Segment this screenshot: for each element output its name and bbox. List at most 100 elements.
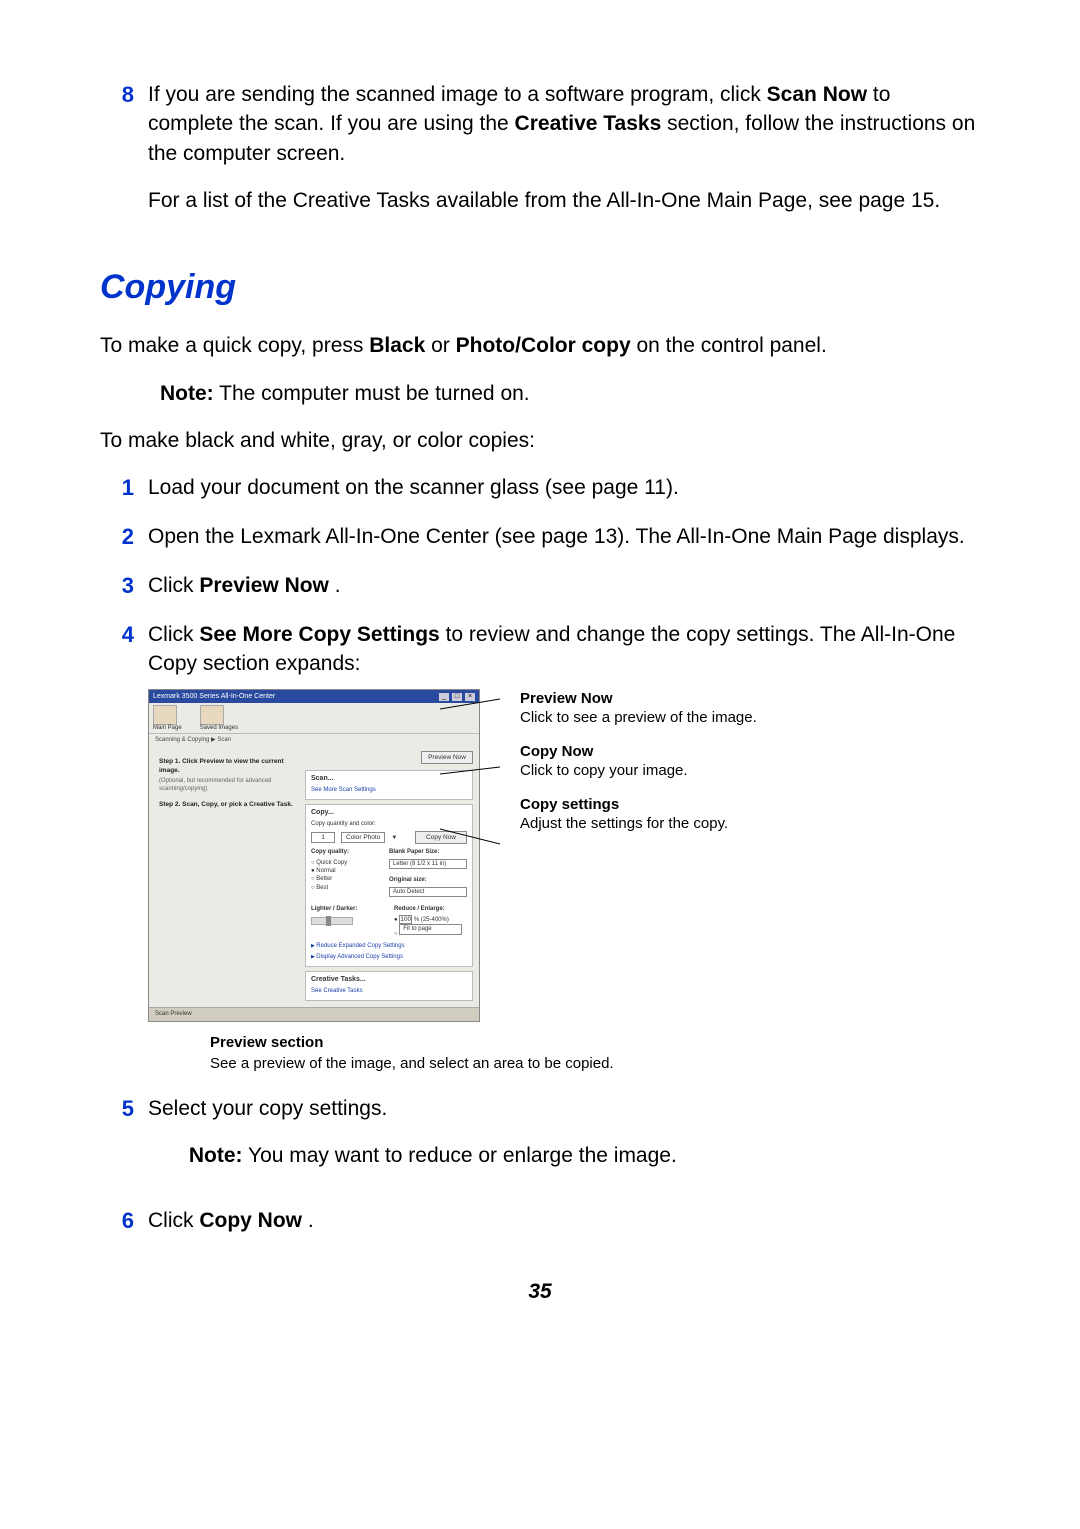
maximize-icon[interactable]: □ [452, 693, 462, 701]
app-window: Lexmark 3500 Series All-In-One Center _ … [148, 689, 480, 1022]
callout-heading: Copy settings [520, 795, 980, 815]
quality-normal-radio[interactable]: Normal [311, 867, 379, 875]
see-more-scan-settings-link[interactable]: See More Scan Settings [311, 786, 467, 794]
copy-mode-select[interactable]: Color Photo [341, 832, 385, 843]
step-5: 5 Select your copy settings. Note: You m… [100, 1094, 980, 1189]
tab-main-page[interactable]: Main Page [153, 705, 182, 731]
step-1: 1 Load your document on the scanner glas… [100, 473, 980, 504]
copy-now-button[interactable]: Copy Now [415, 831, 467, 844]
step-number: 5 [100, 1094, 148, 1189]
step-body: Click See More Copy Settings to review a… [148, 620, 980, 679]
black-label: Black [369, 334, 425, 357]
callout-heading: Preview section [210, 1032, 980, 1053]
callout-preview-section: Preview section See a preview of the ima… [210, 1032, 980, 1074]
text: For a list of the Creative Tasks availab… [148, 186, 980, 215]
original-size-heading: Original size: [389, 876, 467, 884]
blank-paper-size-select[interactable]: Letter (8 1/2 x 11 in) [389, 859, 467, 869]
step2-heading: Step 2. Scan, Copy, or pick a Creative T… [159, 800, 299, 809]
blank-paper-size-heading: Blank Paper Size: [389, 848, 467, 856]
step-2: 2 Open the Lexmark All-In-One Center (se… [100, 522, 980, 553]
step-body: Load your document on the scanner glass … [148, 473, 980, 504]
lighter-darker-slider[interactable] [311, 917, 353, 925]
quality-quick-copy-radio[interactable]: Quick Copy [311, 859, 379, 867]
callout-copy-settings: Copy settings Adjust the settings for th… [520, 795, 980, 834]
display-advanced-copy-settings-link[interactable]: Display Advanced Copy Settings [311, 953, 467, 961]
reduce-percent-input[interactable]: 100 [399, 915, 412, 924]
callout-heading: Preview Now [520, 689, 980, 709]
intro-2: To make black and white, gray, or color … [100, 426, 980, 455]
note-label: Note: [189, 1144, 243, 1167]
main-page-icon [153, 705, 177, 725]
callout-copy-now: Copy Now Click to copy your image. [520, 742, 980, 781]
copy-quality-heading: Copy quality: [311, 848, 379, 856]
lighter-darker-group: Lighter / Darker: [311, 905, 384, 939]
step-number: 1 [100, 473, 148, 504]
note-text: You may want to reduce or enlarge the im… [248, 1144, 677, 1167]
window-title: Lexmark 3500 Series All-In-One Center [153, 692, 275, 702]
lighter-darker-heading: Lighter / Darker: [311, 905, 384, 913]
creative-tasks-heading: Creative Tasks... [311, 975, 467, 985]
window-titlebar: Lexmark 3500 Series All-In-One Center _ … [149, 690, 479, 704]
paper-size-group: Blank Paper Size: Letter (8 1/2 x 11 in)… [389, 848, 467, 900]
note-text: The computer must be turned on. [219, 382, 530, 405]
page-number: 35 [100, 1277, 980, 1306]
step-number: 2 [100, 522, 148, 553]
text: To make a quick copy, press [100, 334, 369, 357]
minimize-icon[interactable]: _ [439, 693, 449, 701]
reduce-enlarge-heading: Reduce / Enlarge: [394, 905, 467, 913]
reduce-expanded-copy-settings-link[interactable]: Reduce Expanded Copy Settings [311, 942, 467, 950]
copy-section-heading: Copy... [311, 808, 467, 818]
creative-tasks-section: Creative Tasks... See Creative Tasks [305, 971, 473, 1001]
tab-saved-images[interactable]: Saved Images [200, 705, 238, 731]
text: Click [148, 574, 199, 597]
callout-body: Click to see a preview of the image. [520, 708, 980, 728]
text: or [431, 334, 456, 357]
copy-quantity-input[interactable]: 1 [311, 832, 335, 843]
breadcrumb: Scanning & Copying ▶ Scan [149, 734, 479, 746]
callout-body: See a preview of the image, and select a… [210, 1053, 980, 1074]
text: Click [148, 1209, 199, 1232]
photo-color-copy-label: Photo/Color copy [456, 334, 631, 357]
fit-to-page-select[interactable]: Fit to page [399, 924, 462, 934]
scan-section: Scan... See More Scan Settings [305, 770, 473, 800]
callout-body: Click to copy your image. [520, 761, 980, 781]
text: on the control panel. [636, 334, 826, 357]
copy-section: Copy... Copy quantity and color: 1 Color… [305, 804, 473, 967]
preview-pane: Step 1. Click Preview to view the curren… [149, 747, 305, 1007]
step-number: 3 [100, 571, 148, 602]
step-body: Select your copy settings. Note: You may… [148, 1094, 980, 1189]
see-more-copy-settings-label: See More Copy Settings [199, 623, 439, 646]
step-8: 8 If you are sending the scanned image t… [100, 80, 980, 234]
original-size-select[interactable]: Auto Detect [389, 887, 467, 897]
right-pane: Preview Now Scan... See More Scan Settin… [305, 747, 479, 1007]
quality-better-radio[interactable]: Better [311, 875, 379, 883]
creative-tasks-label: Creative Tasks [515, 112, 662, 135]
copy-sub: Copy quantity and color: [311, 820, 467, 828]
text: . [335, 574, 341, 597]
scan-section-heading: Scan... [311, 774, 467, 784]
reduce-enlarge-group: Reduce / Enlarge: 100 % (25-400%) Fit to… [394, 905, 467, 939]
reduce-percent-label: % (25-400%) [414, 917, 449, 923]
figure-all-in-one-center: Lexmark 3500 Series All-In-One Center _ … [148, 689, 980, 1022]
tab-toolbar: Main Page Saved Images [149, 703, 479, 734]
callout-preview-now: Preview Now Click to see a preview of th… [520, 689, 980, 728]
text: Select your copy settings. [148, 1094, 980, 1123]
preview-now-button[interactable]: Preview Now [421, 751, 473, 764]
step-number: 8 [100, 80, 148, 234]
copy-quality-group: Copy quality: Quick Copy Normal Better B… [311, 848, 379, 900]
quality-best-radio[interactable]: Best [311, 884, 379, 892]
close-icon[interactable]: × [465, 693, 475, 701]
text: Click [148, 623, 199, 646]
status-bar: Scan Preview [149, 1007, 479, 1020]
step1-heading: Step 1. Click Preview to view the curren… [159, 757, 299, 775]
step-4: 4 Click See More Copy Settings to review… [100, 620, 980, 679]
note-2: Note: You may want to reduce or enlarge … [148, 1141, 980, 1170]
step-body: Open the Lexmark All-In-One Center (see … [148, 522, 980, 553]
text: . [308, 1209, 314, 1232]
step-number: 6 [100, 1206, 148, 1237]
callout-body: Adjust the settings for the copy. [520, 814, 980, 834]
text: If you are sending the scanned image to … [148, 83, 767, 106]
step-6: 6 Click Copy Now . [100, 1206, 980, 1237]
see-creative-tasks-link[interactable]: See Creative Tasks [311, 987, 467, 995]
heading-copying: Copying [100, 264, 980, 312]
